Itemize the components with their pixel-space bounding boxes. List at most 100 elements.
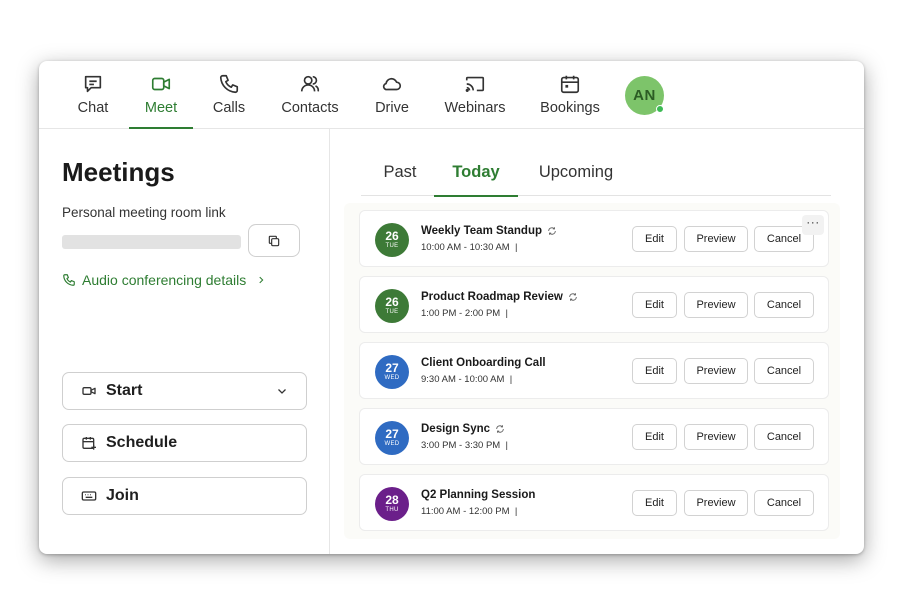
calendar-icon (560, 75, 580, 94)
chevron-down-icon (278, 389, 286, 394)
date-badge: 27 WED (375, 421, 409, 455)
nav-item-label: Contacts (281, 100, 339, 116)
meeting-time: 3:00 PM - 3:30 PM | (421, 440, 508, 451)
cloud-icon (382, 77, 402, 91)
meeting-title-text: Weekly Team Standup (421, 225, 542, 237)
cancel-button[interactable]: Cancel (754, 490, 814, 516)
recurring-icon (496, 425, 504, 433)
schedule-label: Schedule (106, 434, 178, 451)
date-day: 28 (385, 493, 399, 507)
date-weekday: WED (384, 375, 400, 381)
date-badge: 27 WED (375, 355, 409, 389)
cast-icon (465, 76, 485, 92)
cancel-button[interactable]: Cancel (754, 424, 814, 450)
cancel-button[interactable]: Cancel (754, 292, 814, 318)
meeting-title: Design Sync (421, 423, 505, 435)
audio-conferencing-link[interactable]: Audio conferencing details (62, 272, 266, 288)
date-badge: 26 TUE (375, 289, 409, 323)
nav-item-label: Chat (77, 100, 109, 116)
phone-icon (219, 74, 239, 94)
avatar-initials: AN (633, 87, 656, 104)
meeting-card[interactable]: 26 TUE Weekly Team Standup 10:00 AM - 10… (359, 210, 829, 267)
date-day: 26 (385, 295, 399, 309)
contacts-icon (300, 75, 320, 92)
recurring-icon (569, 293, 577, 301)
audio-link-label: Audio conferencing details (82, 272, 247, 288)
personal-link-placeholder (62, 235, 241, 249)
meeting-time: 1:00 PM - 2:00 PM | (421, 308, 508, 319)
tab-past[interactable]: Past (383, 157, 417, 196)
online-status-dot (656, 105, 664, 113)
nav-item-meet[interactable]: Meet (129, 73, 193, 129)
date-weekday: THU (385, 507, 399, 513)
date-badge: 28 THU (375, 487, 409, 521)
nav-item-calls[interactable]: Calls (212, 73, 246, 129)
meet-window: Chat Meet Calls Contacts Drive Webinars … (39, 61, 864, 554)
nav-item-label: Meet (144, 100, 178, 116)
meeting-title: Q2 Planning Session (421, 489, 535, 501)
join-label: Join (106, 487, 139, 504)
meeting-time: 10:00 AM - 10:30 AM | (421, 242, 518, 253)
meeting-title-text: Product Roadmap Review (421, 291, 563, 303)
recurring-icon (548, 227, 556, 235)
meeting-tabs: Past Today Upcoming (361, 157, 831, 197)
copy-link-button[interactable] (248, 224, 300, 257)
phone-icon (63, 274, 75, 286)
meeting-title-text: Client Onboarding Call (421, 357, 546, 369)
preview-button[interactable]: Preview (684, 490, 748, 516)
preview-button[interactable]: Preview (684, 424, 748, 450)
personal-link-label: Personal meeting room link (62, 205, 226, 220)
start-button[interactable]: Start (62, 372, 307, 410)
nav-item-label: Drive (375, 100, 409, 116)
nav-item-drive[interactable]: Drive (374, 73, 410, 129)
schedule-button[interactable]: Schedule (62, 424, 307, 462)
preview-button[interactable]: Preview (684, 358, 748, 384)
meeting-card[interactable]: 26 TUE Product Roadmap Review 1:00 PM - … (359, 276, 829, 333)
nav-item-label: Webinars (444, 100, 506, 116)
avatar[interactable]: AN (625, 76, 664, 115)
page-title: Meetings (62, 157, 175, 187)
meeting-card[interactable]: 27 WED Client Onboarding Call 9:30 AM - … (359, 342, 829, 399)
nav-item-contacts[interactable]: Contacts (280, 73, 340, 129)
tab-today[interactable]: Today (434, 157, 518, 197)
edit-button[interactable]: Edit (632, 490, 677, 516)
date-day: 27 (385, 427, 399, 441)
preview-button[interactable]: Preview (684, 226, 748, 252)
meeting-list: 26 TUE Weekly Team Standup 10:00 AM - 10… (344, 203, 840, 539)
join-button[interactable]: Join (62, 477, 307, 515)
nav-item-label: Bookings (540, 100, 600, 116)
more-options-button[interactable]: ··· (802, 215, 824, 235)
meetings-sidebar: Meetings Personal meeting room link Audi… (39, 129, 330, 554)
date-weekday: TUE (385, 243, 399, 249)
cancel-button[interactable]: Cancel (754, 358, 814, 384)
meeting-title-text: Design Sync (421, 423, 491, 435)
chat-icon (84, 75, 102, 93)
meeting-title: Weekly Team Standup (421, 225, 557, 237)
date-day: 26 (385, 229, 399, 243)
date-day: 27 (385, 361, 399, 375)
chevron-right-icon (259, 276, 264, 284)
meeting-card[interactable]: 28 THU Q2 Planning Session 11:00 AM - 12… (359, 474, 829, 531)
meeting-title: Client Onboarding Call (421, 357, 546, 369)
meeting-card[interactable]: 27 WED Design Sync 3:00 PM - 3:30 PM | E… (359, 408, 829, 465)
preview-button[interactable]: Preview (684, 292, 748, 318)
calendar-add-icon (82, 437, 96, 450)
tab-upcoming[interactable]: Upcoming (537, 157, 615, 196)
edit-button[interactable]: Edit (632, 292, 677, 318)
meeting-title-text: Q2 Planning Session (421, 489, 536, 501)
copy-icon (268, 235, 280, 246)
edit-button[interactable]: Edit (632, 424, 677, 450)
meeting-time: 9:30 AM - 10:00 AM | (421, 374, 513, 385)
keyboard-icon (81, 491, 97, 501)
edit-button[interactable]: Edit (632, 226, 677, 252)
nav-item-chat[interactable]: Chat (77, 73, 109, 129)
edit-button[interactable]: Edit (632, 358, 677, 384)
video-icon (82, 387, 96, 395)
start-label: Start (106, 382, 143, 399)
nav-item-webinars[interactable]: Webinars (444, 73, 506, 129)
video-icon (151, 77, 171, 91)
meeting-title: Product Roadmap Review (421, 291, 578, 303)
date-weekday: WED (384, 441, 400, 447)
top-nav: Chat Meet Calls Contacts Drive Webinars … (39, 61, 864, 129)
nav-item-bookings[interactable]: Bookings (539, 73, 601, 129)
